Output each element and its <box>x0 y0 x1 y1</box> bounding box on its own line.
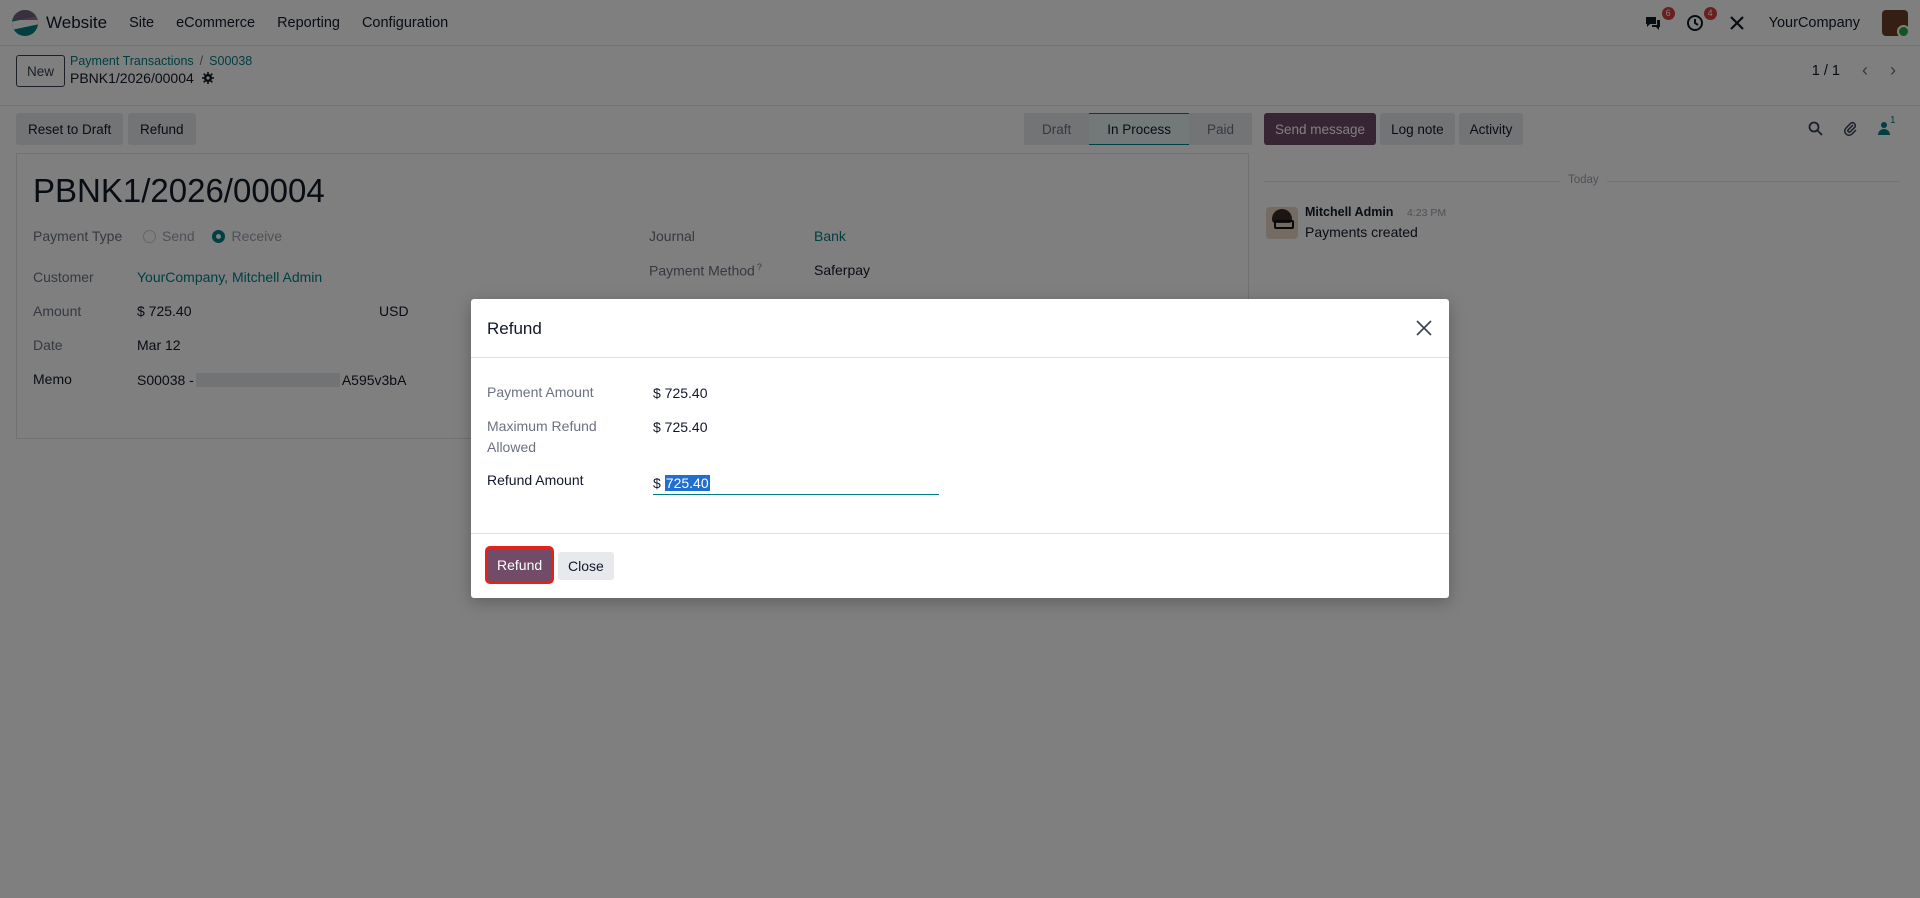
refund-dialog: Refund Payment Amount $ 725.40 Maximum R… <box>471 299 1449 598</box>
dialog-footer: Refund Close <box>471 533 1449 598</box>
payment-amount-value: $ 725.40 <box>653 385 708 401</box>
refund-confirm-button[interactable]: Refund <box>484 546 555 584</box>
refund-amount-input[interactable]: $ 725.40 <box>653 471 939 495</box>
dialog-body: Payment Amount $ 725.40 Maximum Refund A… <box>471 359 1449 532</box>
max-refund-value: $ 725.40 <box>653 419 708 435</box>
refund-amount-selected-text[interactable]: 725.40 <box>664 474 710 491</box>
refund-amount-label: Refund Amount <box>487 472 584 488</box>
refund-currency-symbol: $ <box>653 474 661 491</box>
dialog-title: Refund <box>487 319 542 338</box>
max-refund-label: Maximum Refund Allowed <box>487 418 597 455</box>
close-icon[interactable] <box>1413 317 1435 339</box>
payment-amount-label: Payment Amount <box>487 384 594 400</box>
close-button[interactable]: Close <box>558 552 614 580</box>
dialog-header: Refund <box>471 299 1449 358</box>
